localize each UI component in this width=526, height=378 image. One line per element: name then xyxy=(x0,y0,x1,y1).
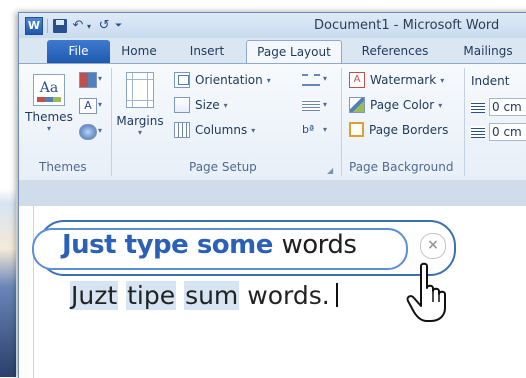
page-edge xyxy=(33,206,34,378)
tab-home[interactable]: Home xyxy=(119,40,159,63)
chevron-down-icon: ▾ xyxy=(440,75,445,85)
theme-effects-icon[interactable] xyxy=(79,124,97,140)
chevron-down-icon[interactable]: ▾ xyxy=(323,100,327,109)
group-label-page-background: Page Background xyxy=(349,160,454,174)
theme-colors-icon[interactable] xyxy=(79,72,97,88)
chevron-down-icon[interactable]: ▾ xyxy=(98,100,102,109)
chevron-down-icon: ▾ xyxy=(223,100,228,110)
indent-left-row: 0 cm xyxy=(471,98,526,116)
themes-label: Themes xyxy=(25,110,73,124)
indent-right-field[interactable]: 0 cm xyxy=(489,123,526,141)
size-label: Size xyxy=(195,98,220,112)
redo-icon[interactable]: ↺ xyxy=(97,19,111,33)
indent-right-row: 0 cm xyxy=(471,123,526,141)
chevron-down-icon[interactable]: ▾ xyxy=(98,74,102,83)
chevron-down-icon: ▾ xyxy=(137,128,142,137)
chevron-down-icon: ▾ xyxy=(251,125,256,135)
page-borders-button[interactable]: Page Borders xyxy=(349,122,448,137)
indent-heading: Indent xyxy=(471,74,510,88)
tab-mailings[interactable]: Mailings xyxy=(458,40,518,63)
title-bar: W ↶ ▾ ↺ ⏷ Document1 - Microsoft Word xyxy=(19,13,526,38)
tab-insert[interactable]: Insert xyxy=(186,40,228,63)
page-color-button[interactable]: Page Color ▾ xyxy=(349,97,442,113)
chevron-down-icon: ▾ xyxy=(46,124,51,133)
margins-label: Margins xyxy=(116,114,164,128)
callout-plain-text: words xyxy=(281,230,357,260)
orientation-label: Orientation xyxy=(195,73,263,87)
undo-dropdown-icon[interactable]: ▾ xyxy=(87,22,91,31)
hyphenation-icon[interactable]: bª xyxy=(302,124,320,136)
theme-fonts-icon[interactable]: A xyxy=(79,98,97,114)
misspelled-word[interactable]: tipe xyxy=(126,281,177,310)
undo-icon[interactable]: ↶ xyxy=(71,19,85,33)
misspelled-word[interactable]: sum xyxy=(184,281,240,310)
customize-toolbar-icon[interactable]: ⏷ xyxy=(115,19,122,33)
watermark-icon: A xyxy=(349,72,365,88)
chevron-down-icon[interactable]: ▾ xyxy=(98,126,102,135)
document-text-line[interactable]: Juzt tipe sum words. xyxy=(70,281,338,310)
dialog-launcher-icon[interactable]: ◢ xyxy=(327,166,333,175)
orientation-button[interactable]: Orientation ▾ xyxy=(174,72,271,88)
chevron-down-icon: ▾ xyxy=(438,100,443,110)
window-title: Document1 - Microsoft Word xyxy=(314,18,500,33)
document-word[interactable]: words. xyxy=(247,281,329,310)
page-borders-icon xyxy=(349,122,364,137)
indent-right-icon xyxy=(471,126,485,138)
desktop-background xyxy=(0,0,16,377)
text-cursor xyxy=(335,283,338,307)
columns-label: Columns xyxy=(195,123,248,137)
size-icon xyxy=(174,97,190,113)
tab-file[interactable]: File xyxy=(47,40,110,63)
indent-left-field[interactable]: 0 cm xyxy=(489,98,526,116)
group-label-themes: Themes xyxy=(39,160,87,174)
watermark-label: Watermark xyxy=(370,73,437,87)
toolbar-divider xyxy=(47,19,48,33)
margins-icon xyxy=(126,72,154,108)
quick-access-toolbar: W ↶ ▾ ↺ ⏷ xyxy=(25,17,122,35)
ribbon: Aa Themes ▾ ▾ A ▾ ▾ Themes Margins ▾ Ori… xyxy=(19,63,526,181)
ribbon-tabs: File Home Insert Page Layout References … xyxy=(19,38,526,64)
tab-references[interactable]: References xyxy=(359,40,431,63)
page-color-icon xyxy=(349,97,365,113)
hand-pointer-icon xyxy=(406,262,446,322)
callout-bold-text: Just type some xyxy=(62,230,282,260)
orientation-icon xyxy=(174,72,190,88)
callout-text: Just type some words xyxy=(62,230,357,260)
word-app-icon[interactable]: W xyxy=(25,17,43,35)
close-icon[interactable]: × xyxy=(420,233,446,259)
group-divider xyxy=(111,68,112,176)
margins-button[interactable]: Margins ▾ xyxy=(115,72,165,137)
indent-left-icon xyxy=(471,101,485,113)
page-color-label: Page Color xyxy=(370,98,435,112)
group-divider xyxy=(464,68,465,176)
themes-button[interactable]: Aa Themes ▾ xyxy=(23,74,75,133)
group-label-page-setup: Page Setup xyxy=(189,160,257,174)
save-icon[interactable] xyxy=(53,19,67,33)
misspelled-word[interactable]: Juzt xyxy=(70,281,119,310)
page-borders-label: Page Borders xyxy=(369,122,449,137)
chevron-down-icon[interactable]: ▾ xyxy=(323,125,327,134)
size-button[interactable]: Size ▾ xyxy=(174,97,228,113)
watermark-button[interactable]: A Watermark ▾ xyxy=(349,72,444,88)
group-divider xyxy=(341,68,342,176)
breaks-icon[interactable] xyxy=(302,74,320,86)
chevron-down-icon[interactable]: ▾ xyxy=(323,74,327,83)
chevron-down-icon: ▾ xyxy=(266,75,271,85)
ruler-area xyxy=(19,180,526,206)
line-numbers-icon[interactable] xyxy=(302,99,320,111)
columns-button[interactable]: Columns ▾ xyxy=(174,122,255,138)
tab-page-layout[interactable]: Page Layout xyxy=(246,40,342,64)
columns-icon xyxy=(174,122,190,138)
themes-icon: Aa xyxy=(33,74,65,106)
